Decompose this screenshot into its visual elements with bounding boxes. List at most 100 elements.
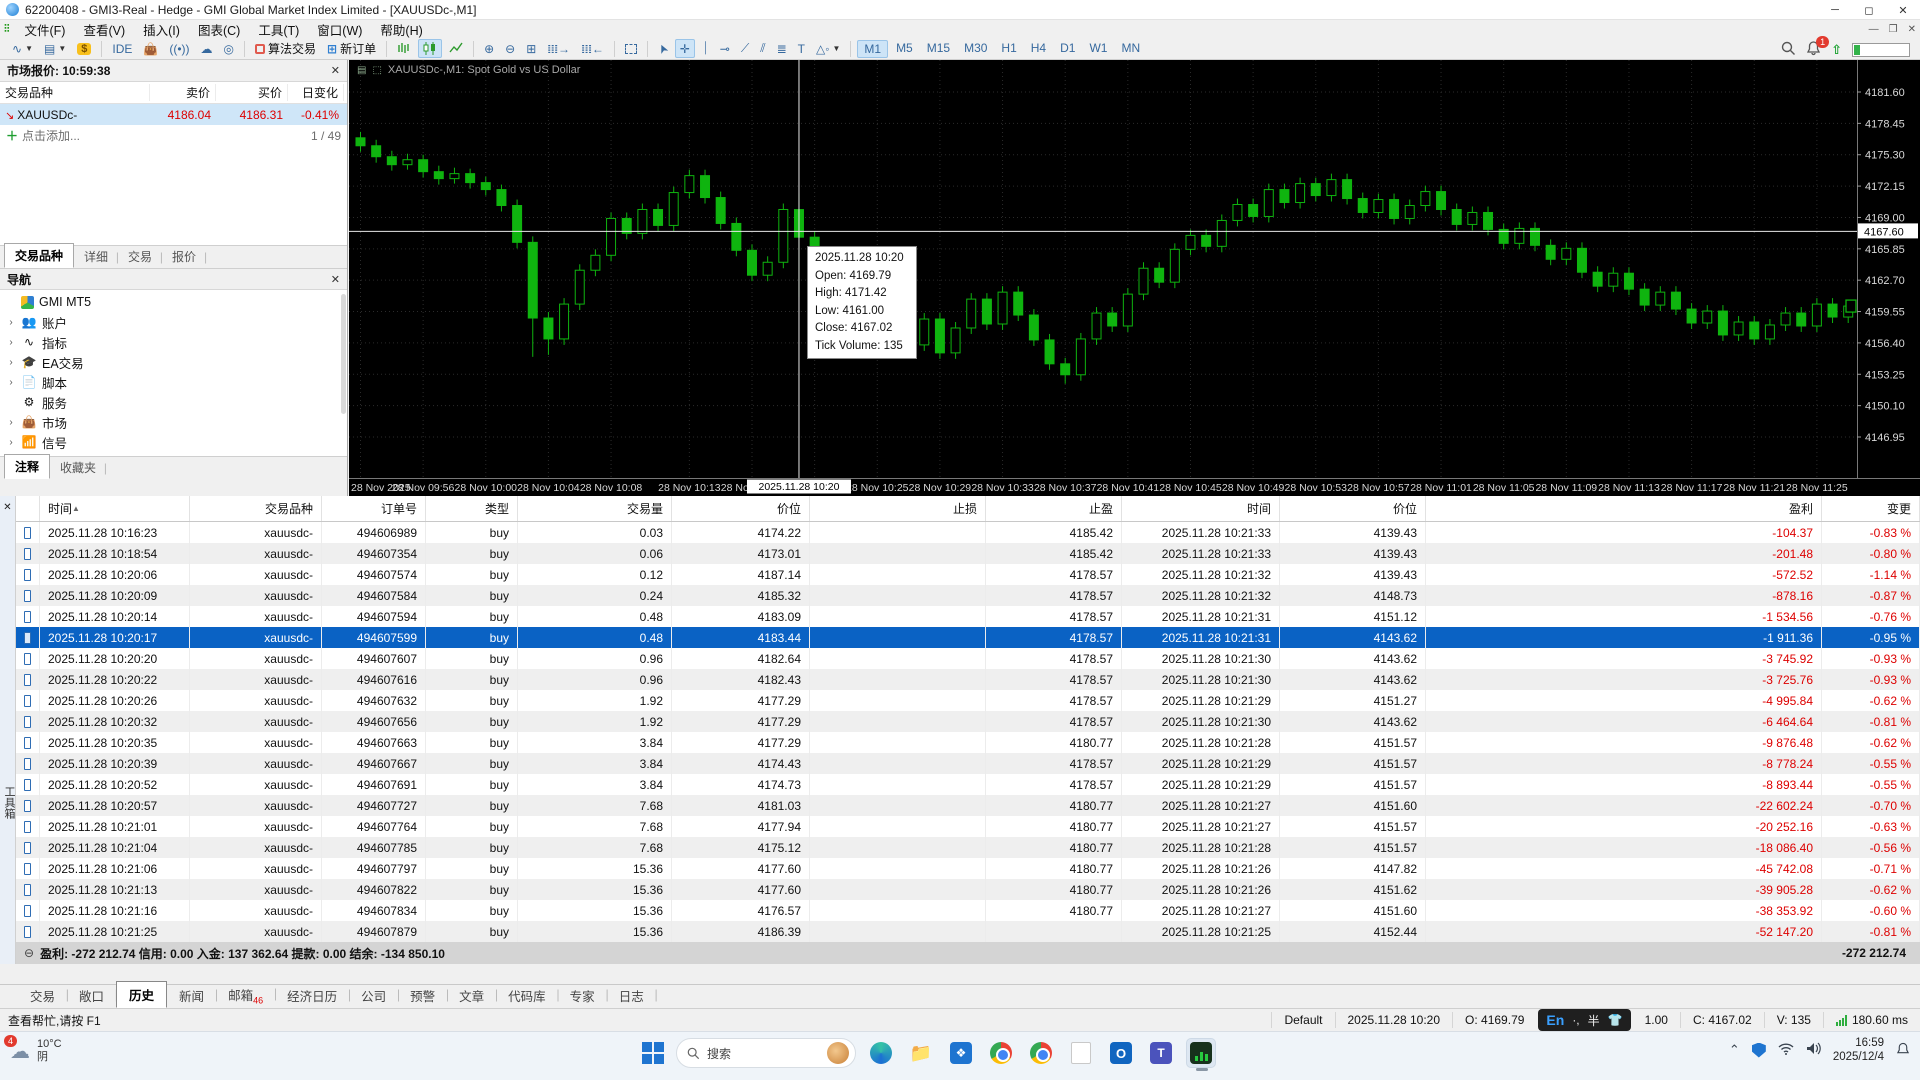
mdi-minimize-button[interactable]: — [1869, 24, 1879, 35]
navigator-item-1[interactable]: ›∿指标 [0, 332, 347, 352]
history-row[interactable]: 2025.11.28 10:21:04xauusdc-494607785buy7… [16, 837, 1920, 858]
upgrade-arrow-icon[interactable]: ⇧ [1831, 42, 1842, 58]
history-row[interactable]: 2025.11.28 10:20:57xauusdc-494607727buy7… [16, 795, 1920, 816]
expand-chevron-icon[interactable]: › [6, 417, 16, 428]
history-header-9[interactable]: 价位 [1280, 496, 1426, 521]
history-row[interactable]: 2025.11.28 10:20:26xauusdc-494607632buy1… [16, 690, 1920, 711]
history-row[interactable]: 2025.11.28 10:20:14xauusdc-494607594buy0… [16, 606, 1920, 627]
toolbox-tab-6[interactable]: 公司| [349, 983, 398, 1008]
history-row[interactable]: 2025.11.28 10:21:06xauusdc-494607797buy1… [16, 858, 1920, 879]
hidden-icons-chevron[interactable]: ⌃ [1729, 1042, 1740, 1058]
store-icon[interactable]: ❖ [946, 1038, 976, 1068]
object-selection-button[interactable] [621, 39, 641, 58]
fibonacci-button[interactable]: ≣ [773, 39, 791, 58]
expand-chevron-icon[interactable]: › [6, 317, 16, 328]
close-button[interactable]: ✕ [1886, 0, 1920, 20]
toolbox-tab-11[interactable]: 日志| [607, 983, 656, 1008]
toolbox-tab-4[interactable]: 邮箱46| [216, 982, 275, 1009]
profiles-button[interactable]: ▤▼ [40, 39, 70, 58]
history-row[interactable]: 2025.11.28 10:18:54xauusdc-494607354buy0… [16, 543, 1920, 564]
history-row[interactable]: 2025.11.28 10:21:13xauusdc-494607822buy1… [16, 879, 1920, 900]
chart-window[interactable]: ▤ ⬚ XAUUSDc-,M1: Spot Gold vs US Dollar … [349, 60, 1920, 496]
timeframe-d1-button[interactable]: D1 [1054, 40, 1081, 58]
toolbox-close-icon[interactable]: ✕ [0, 496, 15, 513]
navigator-item-6[interactable]: ›📶信号 [0, 432, 347, 452]
navigator-root-account[interactable]: GMI MT5 [0, 292, 347, 312]
mdi-close-button[interactable]: ✕ [1908, 24, 1916, 35]
wifi-icon[interactable] [1778, 1042, 1794, 1058]
algo-trading-button[interactable]: 算法交易 [251, 39, 320, 58]
taskbar-clock[interactable]: 16:592025/12/4 [1833, 1036, 1884, 1064]
toolbox-tab-0[interactable]: 交易| [18, 983, 67, 1008]
candlestick-chart[interactable]: 4181.604178.454175.304172.154169.004165.… [349, 60, 1920, 496]
expand-chevron-icon[interactable]: › [6, 357, 16, 368]
history-header-8[interactable]: 时间 [1122, 496, 1280, 521]
market-watch-close-icon[interactable]: ✕ [331, 64, 340, 77]
new-order-button[interactable]: ⊞新订单 [323, 39, 380, 58]
teams-icon[interactable]: T [1146, 1038, 1176, 1068]
timeframe-w1-button[interactable]: W1 [1083, 40, 1113, 58]
search-icon[interactable] [1781, 41, 1796, 59]
timeframe-h4-button[interactable]: H4 [1025, 40, 1052, 58]
web-terminal-button[interactable]: ◎ [220, 39, 238, 58]
history-row[interactable]: 2025.11.28 10:21:25xauusdc-494607879buy1… [16, 921, 1920, 942]
history-header-0[interactable]: 时间 ▲ [40, 496, 190, 521]
history-header-11[interactable]: 变更 [1822, 496, 1920, 521]
history-row[interactable]: 2025.11.28 10:20:06xauusdc-494607574buy0… [16, 564, 1920, 585]
maximize-button[interactable]: ◻ [1852, 0, 1886, 20]
weather-widget[interactable]: ☁4 10°C阴 [10, 1038, 62, 1064]
market-watch-row-xauusdc[interactable]: ↘XAUUSDc- 4186.04 4186.31 -0.41% [0, 104, 347, 125]
menu-item-4[interactable]: 工具(T) [249, 19, 308, 40]
toolbox-tab-10[interactable]: 专家| [558, 983, 607, 1008]
chart-style-button[interactable]: ∿▼ [8, 39, 37, 58]
timeframe-m5-button[interactable]: M5 [890, 40, 919, 58]
cursor-button[interactable]: ➤ [654, 39, 672, 58]
history-row[interactable]: 2025.11.28 10:21:16xauusdc-494607834buy1… [16, 900, 1920, 921]
metaeditor-ide-button[interactable]: IDE [108, 39, 136, 58]
navigator-item-2[interactable]: ›🎓EA交易 [0, 352, 347, 372]
menu-item-5[interactable]: 窗口(W) [308, 19, 371, 40]
chart-shift-button[interactable]: 𝍖→ [543, 39, 574, 58]
menu-item-6[interactable]: 帮助(H) [371, 19, 431, 40]
edge-icon[interactable] [866, 1038, 896, 1068]
zoom-in-button[interactable]: ⊕ [480, 39, 498, 58]
menu-item-0[interactable]: 文件(F) [16, 19, 75, 40]
bar-chart-button[interactable] [393, 39, 415, 58]
toolbox-tab-8[interactable]: 文章| [447, 983, 496, 1008]
line-chart-button[interactable] [445, 39, 467, 58]
toolbox-tab-1[interactable]: 敞口| [67, 983, 116, 1008]
history-header-10[interactable]: 盈利 [1426, 496, 1822, 521]
navigator-tab-0[interactable]: 注释 [4, 454, 50, 479]
market-watch-tab-1[interactable]: 详细| [74, 245, 118, 268]
menu-item-2[interactable]: 插入(I) [134, 19, 189, 40]
history-row[interactable]: 2025.11.28 10:20:09xauusdc-494607584buy0… [16, 585, 1920, 606]
notification-center-icon[interactable] [1896, 1042, 1910, 1059]
navigator-item-5[interactable]: ›👜市场 [0, 412, 347, 432]
candlestick-chart-button[interactable] [418, 39, 442, 58]
timeframe-h1-button[interactable]: H1 [995, 40, 1022, 58]
channel-button[interactable]: ⫽ [756, 39, 769, 58]
defender-shield-icon[interactable] [1752, 1043, 1766, 1058]
chrome-icon[interactable] [986, 1038, 1016, 1068]
cloud-button[interactable]: ☁ [197, 39, 217, 58]
history-row[interactable]: 2025.11.28 10:20:39xauusdc-494607667buy3… [16, 753, 1920, 774]
horizontal-line-button[interactable]: ⊸ [716, 39, 734, 58]
toolbox-tab-7[interactable]: 预警| [398, 983, 447, 1008]
notes-icon[interactable] [1066, 1038, 1096, 1068]
toolbox-tab-3[interactable]: 新闻| [167, 983, 216, 1008]
navigator-item-0[interactable]: ›👥账户 [0, 312, 347, 332]
history-header-5[interactable]: 价位 [672, 496, 810, 521]
history-row[interactable]: 2025.11.28 10:20:52xauusdc-494607691buy3… [16, 774, 1920, 795]
navigator-item-3[interactable]: ›📄脚本 [0, 372, 347, 392]
trendline-button[interactable]: ⟋ [737, 39, 753, 58]
history-header-3[interactable]: 类型 [426, 496, 518, 521]
ime-skin-icon[interactable]: 👕 [1608, 1013, 1623, 1027]
history-row[interactable]: 2025.11.28 10:20:32xauusdc-494607656buy1… [16, 711, 1920, 732]
navigator-scrollbar[interactable] [341, 294, 346, 414]
expand-chevron-icon[interactable]: › [6, 437, 16, 448]
zoom-out-button[interactable]: ⊖ [501, 39, 519, 58]
toolbox-tab-9[interactable]: 代码库| [496, 983, 558, 1008]
timeframe-m30-button[interactable]: M30 [958, 40, 993, 58]
market-watch-tab-0[interactable]: 交易品种 [4, 243, 74, 268]
ime-punctuation-indicator[interactable]: ·, [1572, 1013, 1579, 1027]
